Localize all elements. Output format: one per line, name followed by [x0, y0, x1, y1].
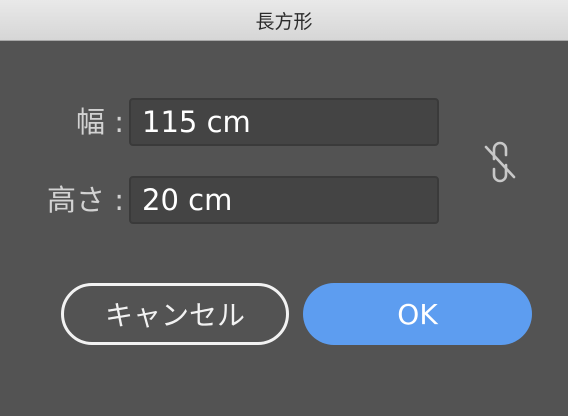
height-label: 高さ : — [47, 183, 124, 217]
ok-button-label: OK — [397, 297, 438, 331]
dialog-title: 長方形 — [255, 10, 313, 33]
cancel-button[interactable]: キャンセル — [61, 283, 289, 345]
width-field[interactable] — [129, 98, 439, 146]
cancel-button-label: キャンセル — [104, 299, 245, 332]
unlinked-chain-icon[interactable] — [480, 141, 520, 183]
width-label: 幅 : — [76, 105, 124, 139]
height-field[interactable] — [129, 176, 439, 224]
rectangle-dialog: 長方形 幅 : 高さ : キャンセル OK — [0, 0, 568, 416]
ok-button[interactable]: OK — [303, 283, 532, 345]
title-bar: 長方形 — [0, 0, 568, 41]
